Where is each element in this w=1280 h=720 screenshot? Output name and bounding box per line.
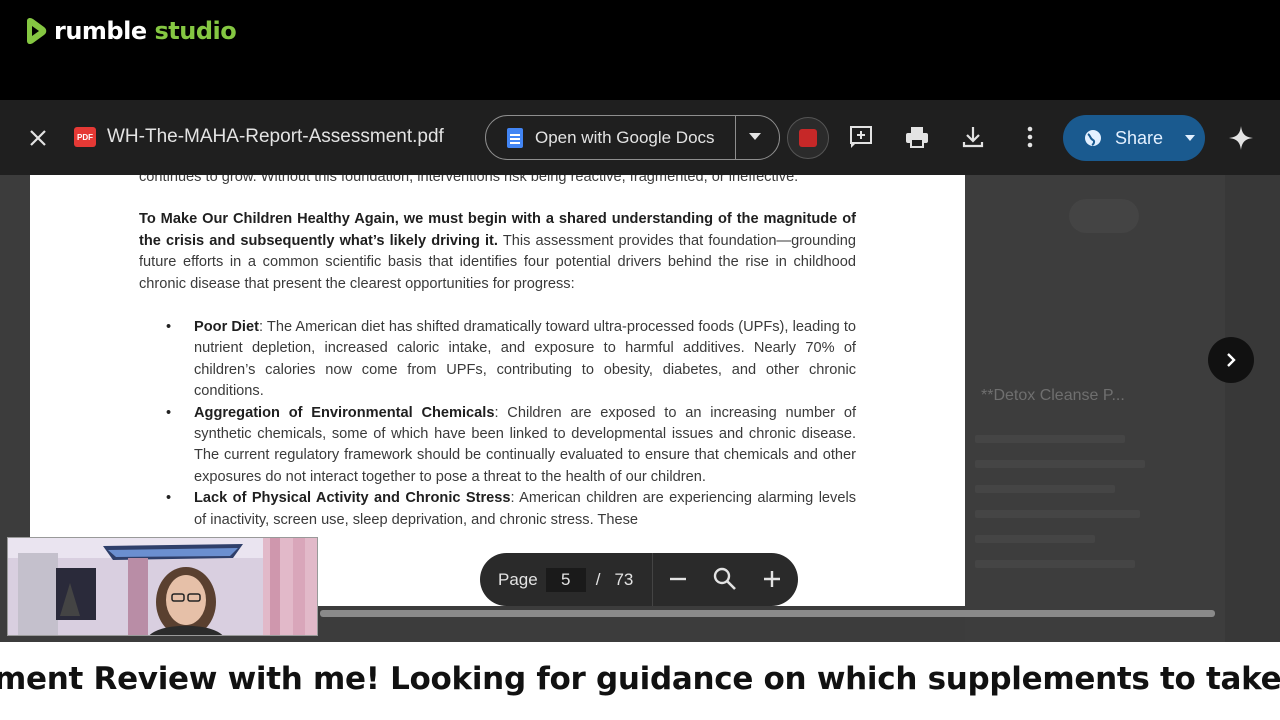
open-with-button[interactable]: Open with Google Docs: [485, 115, 780, 160]
zoom-in-button[interactable]: [762, 569, 782, 594]
pager-divider: [652, 553, 653, 606]
brand-name: rumble studio: [54, 17, 237, 45]
pdf-viewer-toolbar: PDF WH-The-MAHA-Report-Assessment.pdf Op…: [0, 100, 1280, 175]
globe-icon: [1085, 130, 1101, 146]
list-item: Aggregation of Environmental Chemicals: …: [139, 403, 856, 489]
gemini-sparkle-icon: [1229, 126, 1253, 150]
download-icon: [962, 127, 984, 148]
acrobat-button[interactable]: [787, 117, 829, 159]
page-number-input[interactable]: 5: [545, 567, 586, 592]
next-file-button[interactable]: [1208, 337, 1254, 383]
intro-paragraph: continues to grow. Without this foundati…: [139, 175, 799, 185]
scrolling-ticker: ment Review with me! Looking for guidanc…: [0, 642, 1280, 720]
share-dropdown-icon[interactable]: [1185, 135, 1196, 141]
open-with-divider: [735, 116, 736, 159]
pdf-page-content: continues to grow. Without this foundati…: [139, 175, 856, 531]
page-total: 73: [614, 569, 634, 589]
list-item: Lack of Physical Activity and Chronic St…: [139, 488, 856, 531]
close-icon: [30, 130, 46, 146]
share-button[interactable]: Share: [1063, 115, 1205, 161]
print-icon: [906, 127, 928, 148]
page-label: Page: [498, 569, 538, 589]
print-button[interactable]: [902, 122, 932, 152]
plus-icon: [764, 571, 780, 587]
open-with-label: Open with Google Docs: [535, 127, 715, 147]
background-view-toggle: [1069, 199, 1139, 233]
page-navigator: Page 5 / 73: [480, 553, 798, 606]
ticker-text: ment Review with me! Looking for guidanc…: [0, 661, 1280, 697]
list-item: Poor Diet: The American diet has shifted…: [139, 317, 856, 403]
pdf-file-icon: PDF: [74, 127, 96, 147]
download-button[interactable]: [958, 122, 988, 152]
background-side-rail: [1225, 175, 1280, 642]
open-with-dropdown-icon[interactable]: [749, 133, 761, 140]
stream-frame: rumble studio **Detox Cleanse P... conti…: [0, 0, 1280, 720]
rumble-studio-logo: rumble studio: [22, 16, 237, 46]
file-name: WH-The-MAHA-Report-Assessment.pdf: [107, 126, 444, 147]
acrobat-icon: [799, 129, 817, 147]
rumble-play-icon: [27, 17, 47, 45]
zoom-out-button[interactable]: [668, 569, 688, 594]
more-vert-icon: [1027, 126, 1033, 148]
background-item-title: **Detox Cleanse P...: [981, 387, 1125, 404]
chevron-right-icon: [1227, 353, 1236, 367]
background-app: **Detox Cleanse P...: [965, 175, 1280, 642]
share-label: Share: [1115, 127, 1164, 148]
more-options-button[interactable]: [1015, 122, 1045, 152]
assessment-paragraph: To Make Our Children Healthy Again, we m…: [139, 211, 856, 292]
close-button[interactable]: [22, 122, 54, 154]
google-docs-icon: [507, 127, 523, 148]
page-separator: /: [595, 569, 601, 589]
zoom-icon: [713, 567, 736, 590]
webcam-overlay: [7, 537, 318, 636]
zoom-button[interactable]: [712, 566, 738, 597]
horizontal-scrollbar[interactable]: [320, 610, 1215, 617]
minus-icon: [670, 577, 686, 581]
gemini-button[interactable]: [1227, 124, 1255, 157]
webcam-feed-image: [8, 538, 317, 635]
drivers-list: Poor Diet: The American diet has shifted…: [139, 317, 856, 531]
add-comment-icon: [850, 126, 872, 148]
add-comment-button[interactable]: [846, 122, 876, 152]
